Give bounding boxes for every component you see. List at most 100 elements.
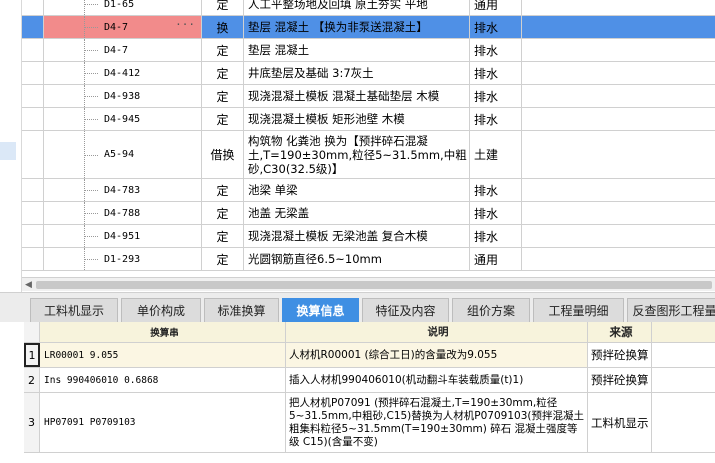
grid-row[interactable]: D1-65 定人工平整场地及回填 原土夯实 平地 通用	[22, 0, 715, 16]
row-category: 排水	[470, 202, 522, 224]
tab-1[interactable]: 工料机显示	[30, 298, 118, 322]
row-type: 定	[202, 0, 244, 15]
tab-6[interactable]: 组价方案	[452, 298, 530, 322]
row-number: 1	[24, 343, 40, 367]
row-category: 排水	[470, 225, 522, 247]
row-category: 排水	[470, 62, 522, 84]
row-extra-cell	[522, 16, 715, 38]
row-name: 池盖 无梁盖	[244, 202, 470, 224]
tab-8[interactable]: 反查图形工程量	[627, 298, 715, 322]
row-tree-cell	[22, 131, 44, 178]
grid-row[interactable]: D4-783 定池梁 单梁 排水	[22, 179, 715, 202]
header-num-cell	[24, 322, 40, 342]
row-expression: LR00001 9.055	[40, 343, 286, 367]
row-name: 井底垫层及基础 3:7灰土	[244, 62, 470, 84]
horizontal-scrollbar[interactable]: ◀	[22, 277, 715, 291]
row-category: 土建	[470, 131, 522, 178]
tree-branch-icon	[84, 119, 98, 120]
row-category: 排水	[470, 16, 522, 38]
grid-row[interactable]: D4-951 定现浇混凝土模板 无梁池盖 复合木模 排水	[22, 225, 715, 248]
row-source: 预拌砼换算	[588, 343, 652, 367]
grid-row[interactable]: D4-788 定池盖 无梁盖 排水	[22, 202, 715, 225]
row-name: 池梁 单梁	[244, 179, 470, 201]
tree-branch-icon	[84, 213, 98, 214]
row-category: 排水	[470, 39, 522, 61]
row-number: 2	[24, 368, 40, 392]
row-number: 3	[24, 393, 40, 452]
header-expr: 换算串	[40, 322, 286, 342]
row-code: D4-945	[44, 108, 202, 130]
grid-row[interactable]: A5-94 借换 构筑物 化粪池 换为【预拌碎石混凝土,T=190±30mm,粒径5…	[22, 131, 715, 179]
gutter-marker	[0, 142, 16, 160]
tab-3[interactable]: 标准换算	[204, 298, 279, 322]
tree-branch-icon	[84, 190, 98, 191]
tab-2[interactable]: 单价构成	[121, 298, 201, 322]
row-description: 把人材机P07091 (预拌碎石混凝土,T=190±30mm,粒径5~31.5m…	[286, 393, 588, 452]
row-extra-cell	[522, 0, 715, 15]
grid-row[interactable]: D1-293 定光圆钢筋直径6.5~10mm 通用	[22, 248, 715, 271]
tree-branch-icon	[84, 73, 98, 74]
row-tree-cell	[22, 108, 44, 130]
grid-row[interactable]: D4-7 ··· 换垫层 混凝土 【换为非泵送混凝土】 排水	[22, 16, 715, 39]
tab-5[interactable]: 特征及内容	[362, 298, 449, 322]
row-extra-cell	[522, 85, 715, 107]
left-gutter	[0, 0, 22, 292]
table-row[interactable]: 1 LR00001 9.055 人材机R00001 (综合工日)的含量改为9.055…	[24, 343, 715, 368]
row-name: 现浇混凝土模板 混凝土基础垫层 木模	[244, 85, 470, 107]
table-row[interactable]: 2 Ins 990406010 0.6868 插入人材机990406010(机动翻斗…	[24, 368, 715, 393]
tree-branch-icon	[84, 259, 98, 260]
row-code: A5-94	[44, 131, 202, 178]
table-row[interactable]: 3 HP07091 P0709103 把人材机P07091 (预拌碎石混凝土,T=1…	[24, 393, 715, 453]
header-source: 来源	[588, 322, 652, 342]
row-type: 定	[202, 39, 244, 61]
table-header-row: 换算串 说明 来源	[24, 322, 715, 343]
row-code: D4-938	[44, 85, 202, 107]
tree-branch-icon	[84, 27, 98, 28]
scroll-left-icon[interactable]: ◀	[25, 280, 32, 290]
row-source: 预拌砼换算	[588, 368, 652, 392]
row-type: 定	[202, 179, 244, 201]
row-tree-cell	[22, 202, 44, 224]
row-extra-cell	[522, 179, 715, 201]
row-category: 排水	[470, 179, 522, 201]
detail-tab-bar: 工料机显示 单价构成 标准换算 换算信息 特征及内容 组价方案 工程量明细 反查图形工程量	[0, 292, 715, 322]
grid-row[interactable]: D4-945 定现浇混凝土模板 矩形池壁 木模 排水	[22, 108, 715, 131]
row-code: D1-65	[44, 0, 202, 15]
row-code: D4-788	[44, 202, 202, 224]
row-description: 人材机R00001 (综合工日)的含量改为9.055	[286, 343, 588, 367]
row-type: 定	[202, 225, 244, 247]
row-type: 定	[202, 108, 244, 130]
grid-row[interactable]: D4-412 定井底垫层及基础 3:7灰土 排水	[22, 62, 715, 85]
row-type: 定	[202, 62, 244, 84]
row-menu-icon[interactable]: ···	[175, 18, 195, 31]
row-code: D4-783	[44, 179, 202, 201]
grid-row[interactable]: D4-938 定现浇混凝土模板 混凝土基础垫层 木模 排水	[22, 85, 715, 108]
tree-branch-icon	[84, 154, 98, 156]
row-extra-cell	[522, 248, 715, 270]
scroll-thumb[interactable]	[36, 281, 712, 289]
tree-branch-icon	[84, 236, 98, 237]
quota-grid: D1-65 定人工平整场地及回填 原土夯实 平地 通用 D4-7 ··· 换垫层 混凝土 …	[22, 0, 715, 274]
row-category: 排水	[470, 85, 522, 107]
row-name: 现浇混凝土模板 矩形池壁 木模	[244, 108, 470, 130]
row-source: 工料机显示	[588, 393, 652, 452]
row-description: 插入人材机990406010(机动翻斗车装载质量(t)1)	[286, 368, 588, 392]
row-tree-cell	[22, 0, 44, 15]
row-extra-cell	[522, 225, 715, 247]
row-tree-cell	[22, 16, 44, 38]
row-name: 光圆钢筋直径6.5~10mm	[244, 248, 470, 270]
row-extra-cell	[522, 108, 715, 130]
row-category: 通用	[470, 0, 522, 15]
row-code: D4-951	[44, 225, 202, 247]
row-extra-cell	[522, 202, 715, 224]
tab-7[interactable]: 工程量明细	[533, 298, 624, 322]
row-tree-cell	[22, 85, 44, 107]
row-tree-cell	[22, 225, 44, 247]
row-code: D1-293	[44, 248, 202, 270]
tab-4[interactable]: 换算信息	[282, 298, 359, 322]
tree-connector-icon	[84, 0, 85, 15]
row-tree-cell	[22, 248, 44, 270]
row-category: 排水	[470, 108, 522, 130]
row-name: 构筑物 化粪池 换为【预拌碎石混凝土,T=190±30mm,粒径5~31.5mm…	[244, 131, 470, 178]
grid-row[interactable]: D4-7 定垫层 混凝土 排水	[22, 39, 715, 62]
